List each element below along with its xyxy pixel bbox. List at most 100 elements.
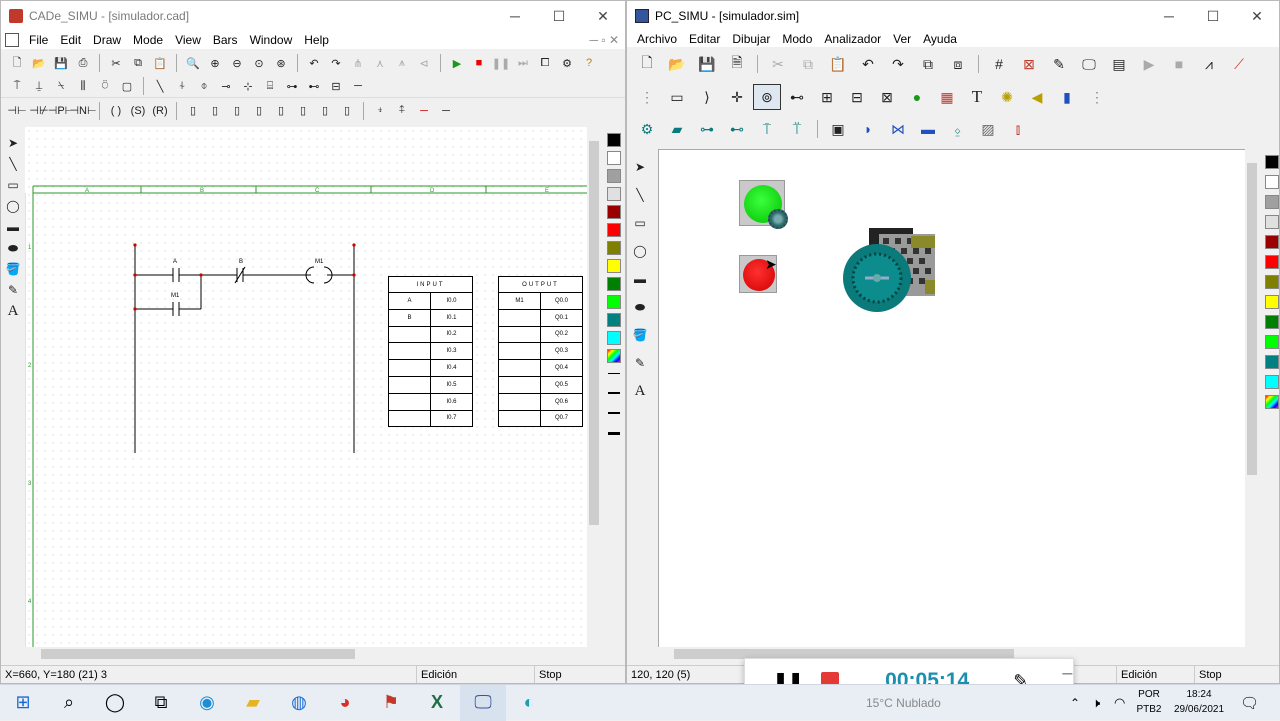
level-icon[interactable]: ⋮ [1083,84,1111,110]
timer-contact-icon[interactable]: ⍭ [172,76,192,96]
cade-menu-help[interactable]: Help [298,33,335,47]
graph-icon[interactable]: ⟋ [1225,51,1253,77]
redo-icon[interactable]: ↷ [884,51,912,77]
ladder-line-red-icon[interactable]: ─ [414,101,434,121]
paste-icon[interactable]: 📋 [150,53,170,73]
align-4-icon[interactable]: ⊲ [414,53,434,73]
color-swatch[interactable] [607,205,621,219]
window-icon[interactable]: ⧠ [535,53,555,73]
zoom-icon[interactable]: 🔍 [183,53,203,73]
line-width-3-icon[interactable] [608,412,620,414]
color-swatch[interactable] [1265,195,1279,209]
ladder-block-7-icon[interactable]: ▯ [315,101,335,121]
cade-vertical-scrollbar[interactable] [587,127,601,647]
print-icon[interactable]: ⎙ [73,53,93,73]
filled-ellipse-icon[interactable]: ⬬ [631,299,649,315]
save-icon[interactable]: 💾 [693,51,721,77]
filled-rectangle-icon[interactable]: ▬ [4,219,22,235]
minimize-button[interactable]: ─ [493,1,537,31]
weather-text[interactable]: 15°C Nublado [866,696,941,710]
align-2-icon[interactable]: ⋏ [370,53,390,73]
cade-doc-icon[interactable] [5,33,19,47]
save-icon[interactable]: 💾 [51,53,71,73]
cylinder-icon[interactable]: ⊟ [843,84,871,110]
maximize-button[interactable]: ☐ [1191,1,1235,31]
coil-box-icon[interactable]: ▢ [117,76,137,96]
draw-ellipse-icon[interactable]: ◯ [4,198,22,214]
slider-icon[interactable]: ⋮ [633,84,661,110]
relay-contact-icon[interactable]: ⍥ [95,76,115,96]
ladder-branch-down-icon[interactable]: ⍖ [370,101,390,121]
scroll-thumb[interactable] [41,649,355,659]
green-light-icon[interactable]: ● [903,84,931,110]
color-swatch[interactable] [1265,355,1279,369]
cade-mdi-controls[interactable]: ─ ▫ ✕ [584,33,625,47]
excel-icon[interactable]: X [414,685,460,721]
color-swatch[interactable] [607,331,621,345]
chrome-icon[interactable]: ◕ [322,685,368,721]
snap-grid-icon[interactable]: ⊠ [1015,51,1043,77]
filled-rectangle-icon[interactable]: ▬ [631,271,649,287]
pc-menu-ver[interactable]: Ver [887,32,917,46]
junction-icon[interactable]: ⊸ [216,76,236,96]
color-swatch[interactable] [607,259,621,273]
crosshair-icon[interactable]: ✛ [723,84,751,110]
traffic-light-icon[interactable]: ⫾ [1004,116,1032,142]
fill-bucket-icon[interactable]: 🪣 [4,261,22,277]
screen-icon[interactable]: ▣ [824,116,852,142]
zoom-out-icon[interactable]: ⊖ [227,53,247,73]
new-file-icon[interactable]: 🗋 [7,53,27,73]
help-icon[interactable]: ? [579,53,599,73]
redo-icon[interactable]: ↷ [326,53,346,73]
color-swatch[interactable] [607,223,621,237]
ladder-block-1-icon[interactable]: ▯ [183,101,203,121]
rainbow-swatch[interactable] [607,349,621,363]
color-swatch[interactable] [607,295,621,309]
color-swatch[interactable] [1265,155,1279,169]
text-tool-icon[interactable]: A [4,303,22,319]
ladder-block-2-icon[interactable]: ▯ [205,101,225,121]
select-arrow-icon[interactable]: ➤ [4,135,22,151]
color-swatch[interactable] [1265,375,1279,389]
color-swatch[interactable] [1265,295,1279,309]
close-button[interactable]: ✕ [1235,1,1279,31]
language-indicator[interactable]: POR PTB2 [1136,687,1162,717]
edge-icon[interactable]: ◉ [184,685,230,721]
select-arrow-icon[interactable]: ➤ [631,159,649,175]
color-swatch[interactable] [607,241,621,255]
color-swatch[interactable] [1265,235,1279,249]
tray-chevron-icon[interactable]: ⌃ [1070,696,1080,710]
double-piston-icon[interactable]: ⊷ [723,116,751,142]
align-3-icon[interactable]: ⩚ [392,53,412,73]
cade-menu-bars[interactable]: Bars [207,33,244,47]
cross-junction-icon[interactable]: ⊹ [238,76,258,96]
cade-menu-file[interactable]: File [23,33,54,47]
pushbutton-nc-icon[interactable]: ⍊ [29,76,49,96]
cut-icon[interactable]: ✂ [106,53,126,73]
notification-icon[interactable]: 🗨 [1240,694,1259,712]
grid-icon[interactable]: # [985,51,1013,77]
fuse-icon[interactable]: ⊷ [304,76,324,96]
push-button-icon[interactable]: ⊚ [753,84,781,110]
draw-line-icon[interactable]: ╲ [4,156,22,172]
line-icon[interactable]: ─ [348,76,368,96]
clock[interactable]: 18:24 29/06/2021 [1168,687,1230,717]
ladder-block-4-icon[interactable]: ▯ [249,101,269,121]
pen-icon[interactable]: ✎ [4,282,22,298]
pen-icon[interactable]: ✎ [631,355,649,371]
motor-icon[interactable]: ⚙ [633,116,661,142]
cade-menu-window[interactable]: Window [244,33,299,47]
tank-icon[interactable]: ▮ [1053,84,1081,110]
draw-ellipse-icon[interactable]: ◯ [631,243,649,259]
align-icon[interactable]: ⋔ [348,53,368,73]
ladder-diagram[interactable] [134,245,355,453]
resistor-icon[interactable]: ⊶ [282,76,302,96]
copy-icon[interactable]: ⧉ [794,51,822,77]
undo-icon[interactable]: ↶ [304,53,324,73]
paste-icon[interactable]: 📋 [824,51,852,77]
draw-line-icon[interactable]: ╲ [631,187,649,203]
pc-simu-vertical-scrollbar[interactable] [1245,149,1259,647]
counter-icon[interactable]: ⊞ [813,84,841,110]
text-icon[interactable]: T [963,84,991,110]
ladder-contact-nc-icon[interactable]: ⊣⊬ [29,101,49,121]
